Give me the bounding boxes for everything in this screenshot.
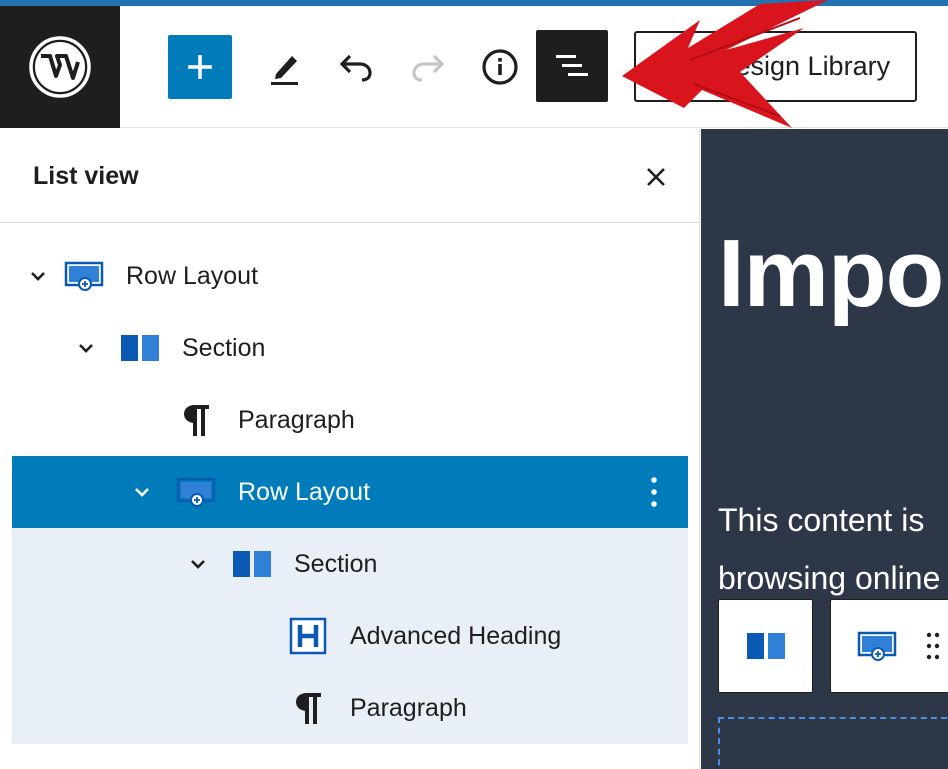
- tools-button[interactable]: [256, 35, 312, 99]
- list-item-section[interactable]: Section: [12, 312, 688, 384]
- section-icon: [120, 328, 160, 368]
- advanced-heading-icon: [288, 616, 328, 656]
- section-icon: [746, 633, 785, 659]
- more-options-icon[interactable]: [642, 474, 666, 510]
- editor-toolbar: Design Library: [0, 6, 948, 128]
- list-view-header: List view: [0, 129, 700, 223]
- chevron-down-icon[interactable]: [74, 336, 98, 360]
- list-item-label: Row Layout: [126, 262, 259, 290]
- row-layout-icon: [857, 631, 897, 661]
- design-library-button[interactable]: Design Library: [634, 31, 917, 102]
- block-toolbar: [718, 599, 948, 693]
- list-item-label: Section: [182, 334, 266, 362]
- list-item-row-layout-selected[interactable]: Row Layout: [12, 456, 688, 528]
- list-view-panel: List view Row Layout Section Paragraph R…: [0, 129, 700, 769]
- redo-icon: [412, 54, 445, 82]
- paragraph-icon: [176, 400, 216, 440]
- info-icon: [482, 49, 518, 85]
- list-item-label: Section: [294, 550, 378, 578]
- chevron-down-icon[interactable]: [130, 480, 154, 504]
- list-view-icon: [556, 55, 588, 76]
- editor-canvas-preview[interactable]: Impo This content is browsing online: [701, 129, 948, 769]
- redo-button[interactable]: [400, 35, 456, 99]
- list-view-button[interactable]: [536, 30, 608, 102]
- chevron-down-icon[interactable]: [186, 552, 210, 576]
- block-placeholder-outline: [718, 717, 948, 769]
- list-item-label: Paragraph: [238, 406, 355, 434]
- details-button[interactable]: [472, 35, 528, 99]
- list-item-row-layout[interactable]: Row Layout: [12, 240, 688, 312]
- list-item-paragraph[interactable]: Paragraph: [12, 672, 688, 744]
- preview-paragraph[interactable]: This content is browsing online: [718, 491, 948, 607]
- wordpress-logo-icon: [29, 36, 91, 98]
- preview-text-line: This content is: [718, 502, 925, 538]
- list-item-advanced-heading[interactable]: Advanced Heading: [12, 600, 688, 672]
- list-item-label: Paragraph: [350, 694, 467, 722]
- undo-button[interactable]: [328, 35, 384, 99]
- list-item-section[interactable]: Section: [12, 528, 688, 600]
- row-layout-icon: [176, 472, 216, 512]
- preview-heading[interactable]: Impo: [718, 219, 944, 329]
- drag-handle-icon[interactable]: [925, 631, 941, 661]
- close-icon: [647, 168, 665, 186]
- list-item-paragraph[interactable]: Paragraph: [12, 384, 688, 456]
- list-view-title: List view: [33, 162, 139, 190]
- section-block-button[interactable]: [718, 599, 813, 693]
- wordpress-logo-button[interactable]: [0, 6, 120, 128]
- row-layout-block-button[interactable]: [830, 599, 948, 693]
- list-item-label: Advanced Heading: [350, 622, 562, 650]
- design-library-label: Design Library: [716, 51, 891, 81]
- chevron-down-icon[interactable]: [26, 264, 50, 288]
- pencil-icon: [271, 56, 298, 85]
- list-item-label: Row Layout: [238, 478, 371, 506]
- undo-icon: [339, 54, 372, 82]
- plus-icon: [188, 55, 212, 79]
- section-icon: [232, 544, 272, 584]
- row-layout-icon: [64, 256, 104, 296]
- close-list-view-button[interactable]: [638, 159, 674, 195]
- paragraph-icon: [288, 688, 328, 728]
- add-block-button[interactable]: [168, 35, 232, 99]
